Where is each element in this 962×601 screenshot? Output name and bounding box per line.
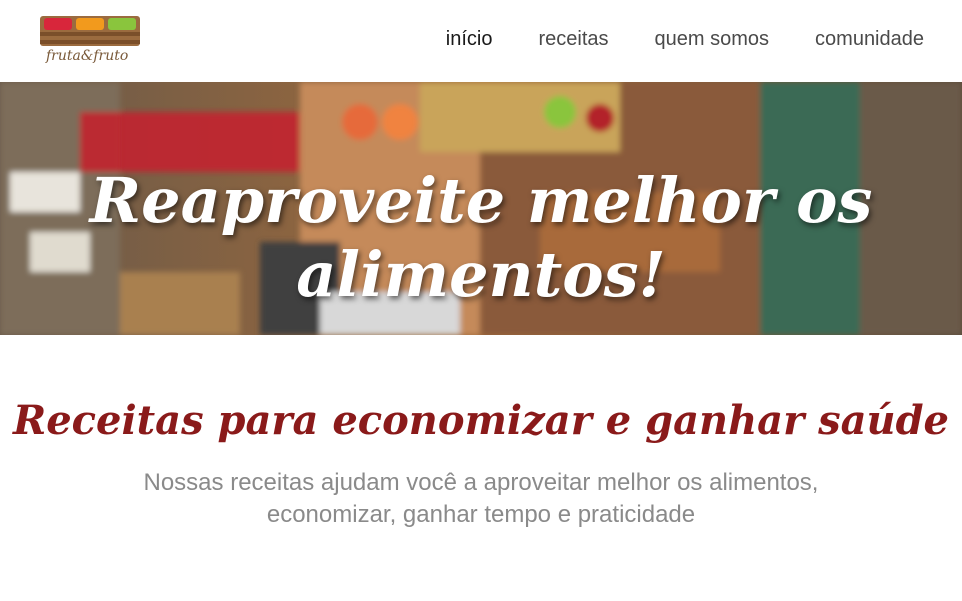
nav-item-comunidade[interactable]: comunidade [815,28,924,51]
nav-item-inicio[interactable]: início [446,28,493,51]
logo-text: fruta&fruto [46,48,129,64]
nav-item-quem-somos[interactable]: quem somos [655,28,770,51]
fruit-crate-icon [40,16,140,46]
hero-banner: Reaproveite melhor os alimentos! [0,82,962,335]
main-content: Receitas para economizar e ganhar saúde … [0,335,962,531]
site-header: fruta&fruto início receitas quem somos c… [0,0,962,82]
main-nav: início receitas quem somos comunidade [446,28,924,51]
section-title: Receitas para economizar e ganhar saúde [12,397,949,444]
hero-title: Reaproveite melhor os alimentos! [89,163,873,311]
section-description: Nossas receitas ajudam você a aproveitar… [143,469,819,528]
nav-item-receitas[interactable]: receitas [539,28,609,51]
site-logo[interactable] [38,12,142,74]
